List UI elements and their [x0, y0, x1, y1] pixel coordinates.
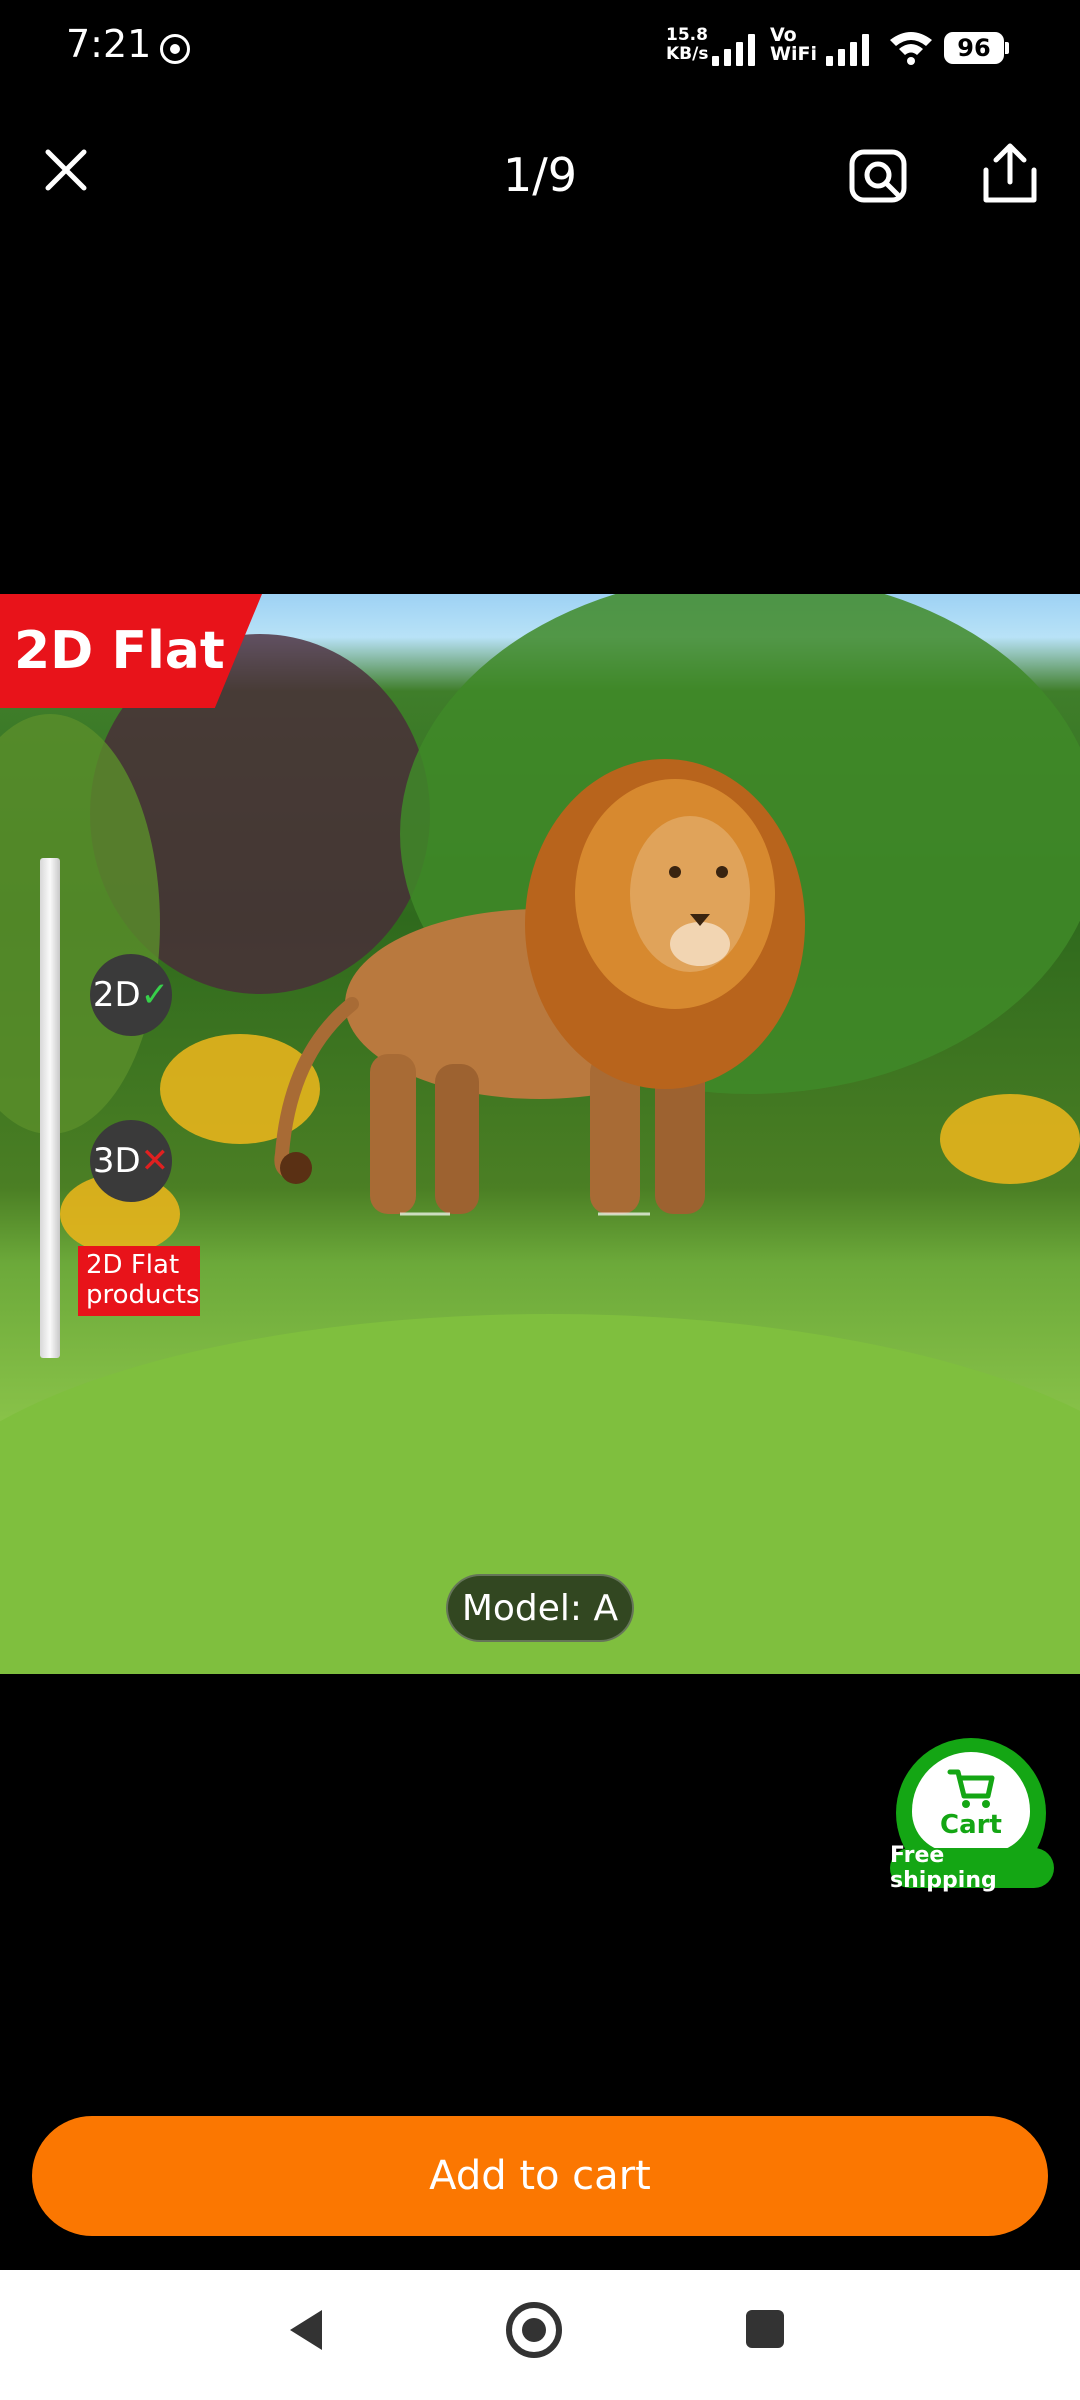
- cart-icon: [947, 1769, 995, 1808]
- close-icon[interactable]: [36, 140, 96, 200]
- cross-icon: ✕: [140, 1141, 170, 1181]
- add-to-cart-button[interactable]: Add to cart: [32, 2116, 1048, 2236]
- ruler-graphic: [40, 858, 60, 1358]
- share-icon[interactable]: [978, 140, 1042, 208]
- flat-products-line2: products: [86, 1280, 200, 1310]
- chip-2d-label: 2D: [92, 975, 141, 1015]
- flat-products-line1: 2D Flat: [86, 1250, 180, 1280]
- model-label: Model: A: [446, 1574, 634, 1642]
- chip-3d-label: 3D: [92, 1141, 141, 1181]
- back-icon[interactable]: [284, 2306, 326, 2354]
- free-shipping-badge: Free shipping: [890, 1843, 1054, 1893]
- flower-patch: [940, 1094, 1080, 1184]
- cart-label: Cart: [940, 1810, 1002, 1840]
- network-speed: 15.8 KB/s: [666, 26, 708, 64]
- network-speed-value: 15.8: [666, 25, 708, 45]
- camera-search-icon[interactable]: [848, 144, 912, 208]
- lion-illustration: [274, 759, 805, 1216]
- flat-products-tag: 2D Flat products: [78, 1246, 200, 1316]
- chip-2d: 2D ✓: [90, 954, 172, 1036]
- vowifi-indicator: Vo WiFi: [770, 26, 817, 64]
- check-icon: ✓: [140, 975, 170, 1015]
- signal-icon: [712, 30, 758, 66]
- chip-3d: 3D ✕: [90, 1120, 172, 1202]
- signal-icon-2: [826, 30, 872, 66]
- page-indicator: 1/9: [502, 148, 578, 202]
- battery-indicator: 96: [944, 32, 1009, 64]
- wifi-icon: [890, 32, 932, 65]
- product-image[interactable]: 2D Flat 2D ✓ 3D ✕ 2D Flat products: [0, 594, 1080, 1674]
- home-icon[interactable]: [506, 2302, 562, 2358]
- recent-apps-icon[interactable]: [746, 2310, 784, 2348]
- status-time: 7:21: [66, 22, 152, 66]
- screen-record-icon: [160, 34, 190, 64]
- network-speed-unit: KB/s: [666, 44, 709, 64]
- wifi-label: WiFi: [770, 43, 817, 65]
